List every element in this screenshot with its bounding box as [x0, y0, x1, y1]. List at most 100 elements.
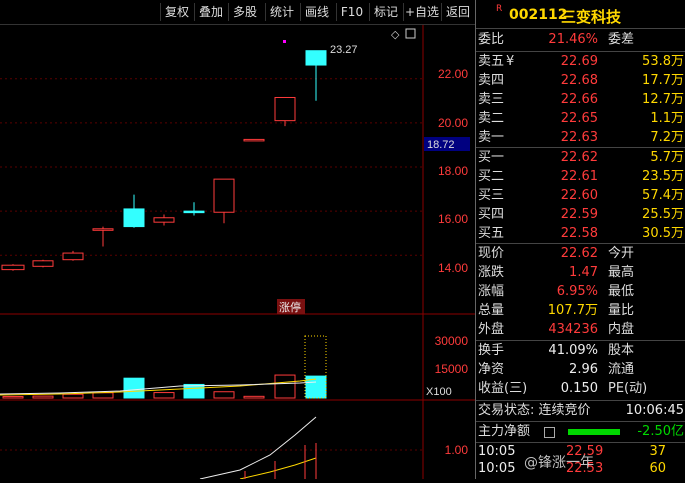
price-tick-22: 22.00 — [438, 67, 468, 81]
volume-bar — [123, 377, 145, 399]
buy-label: 买四 — [478, 207, 505, 222]
quote-value: 22.62 — [560, 246, 598, 261]
candle-body — [123, 208, 145, 228]
toolbar-back-button[interactable]: 返回 — [441, 3, 474, 21]
volume-bar — [92, 392, 114, 399]
diamond-icon[interactable]: ◇ — [391, 29, 400, 41]
volume-bar — [183, 383, 205, 399]
sell-volume: 7.2万 — [650, 130, 684, 145]
sell-price: 22.69 — [560, 54, 598, 69]
sell-row: 卖二 22.65 1.1万 — [476, 109, 685, 129]
candle-body — [92, 228, 114, 231]
quote-row: 总量 107.7万 量比 — [476, 301, 685, 321]
quote-row: 涨幅 6.95% 最低 — [476, 282, 685, 302]
fundamental-value: 41.09% — [548, 343, 598, 358]
sell-label: 卖三 — [478, 92, 505, 107]
candle-body — [32, 260, 54, 267]
quote-row: 涨跌 1.47 最高 — [476, 263, 685, 283]
buy-label: 买二 — [478, 169, 505, 184]
quote-value: 6.95% — [556, 284, 598, 299]
tick-volume: 60 — [649, 461, 666, 476]
stock-code: 002112 — [509, 7, 568, 23]
candle-body — [183, 210, 205, 214]
watermark: @锋涨一年 — [524, 455, 594, 471]
main-flow-bar — [568, 429, 620, 435]
kline-chart-area[interactable]: 22.00 20.00 18.00 16.00 14.00 18.72 ◇ 23… — [0, 25, 475, 480]
indicator-bars — [244, 443, 317, 479]
vol-unit-label: X100 — [426, 386, 452, 398]
buy-volume: 5.7万 — [650, 150, 684, 165]
weicha-label: 委差 — [608, 32, 635, 47]
toolbar-draw-button[interactable]: 画线 — [300, 3, 333, 21]
sell-price: 22.66 — [560, 92, 598, 107]
sell-label: 卖二 — [478, 111, 505, 126]
fundamental-value: 2.96 — [569, 362, 598, 377]
price-tick-16: 16.00 — [438, 212, 468, 226]
buy-label: 买三 — [478, 188, 505, 203]
toolbar-fuquan-button[interactable]: 复权 — [160, 3, 193, 21]
toolbar-add-watch-button[interactable]: +自选 — [403, 3, 440, 21]
trade-status-time: 10:06:45 — [625, 403, 684, 418]
toolbar-overlay-button[interactable]: 叠加 — [194, 3, 227, 21]
stock-badge: R — [496, 4, 503, 14]
sell-label: 卖一 — [478, 130, 505, 145]
quote-label-2: 最高 — [608, 265, 635, 280]
toolbar-multistock-button[interactable]: 多股 — [228, 3, 261, 21]
high-price-label: 23.27 — [330, 44, 358, 56]
buy-row: 买一 22.62 5.7万 — [476, 148, 685, 168]
tick-time: 10:05 — [478, 461, 516, 476]
buy-row: 买三 22.60 57.4万 — [476, 186, 685, 206]
indicator-line-white — [199, 416, 317, 480]
fundamental-label: 收益(三) — [478, 381, 528, 396]
sell-mark: ¥ — [506, 54, 515, 69]
candle-body — [305, 50, 327, 66]
price-tick-20: 20.00 — [438, 116, 468, 130]
quote-panel: R 002112 三变科技 委比 21.46% 委差 卖五 ¥22.69 53.8万… — [475, 0, 685, 479]
stock-name: 三变科技 — [561, 8, 622, 26]
quote-row: 外盘 434236 内盘 — [476, 320, 685, 340]
maximize-icon[interactable] — [405, 28, 416, 39]
fundamental-label-2: 流通 — [608, 362, 635, 377]
main-flow-label: 主力净额 — [478, 424, 531, 439]
toolbar-stats-button[interactable]: 统计 — [265, 3, 298, 21]
fundamental-row: 换手 41.09% 股本 — [476, 341, 685, 361]
price-tick-14: 14.00 — [438, 261, 468, 275]
kline-chart-svg[interactable]: 22.00 20.00 18.00 16.00 14.00 18.72 ◇ 23… — [0, 25, 475, 480]
fundamental-label: 净资 — [478, 362, 505, 377]
toolbar-mark-button[interactable]: 标记 — [369, 3, 402, 21]
sell-row: 卖三 22.66 12.7万 — [476, 90, 685, 110]
fundamental-label-2: 股本 — [608, 343, 635, 358]
list-icon[interactable] — [544, 427, 555, 438]
buy-volume: 30.5万 — [642, 226, 684, 241]
trade-status-label: 交易状态: 连续竞价 — [478, 403, 591, 418]
quote-label: 总量 — [478, 303, 505, 318]
sell-row: 卖一 22.63 7.2万 — [476, 128, 685, 148]
quote-label: 涨幅 — [478, 284, 505, 299]
candle-body — [62, 252, 84, 261]
buy-volume: 57.4万 — [642, 188, 684, 203]
quote-label-2: 最低 — [608, 284, 635, 299]
buy-row: 买五 22.58 30.5万 — [476, 224, 685, 244]
quote-row: 现价 22.62 今开 — [476, 244, 685, 264]
buy-label: 买五 — [478, 226, 505, 241]
sell-volume: 12.7万 — [642, 92, 684, 107]
buy-price: 22.59 — [560, 207, 598, 222]
sell-price: 22.65 — [560, 111, 598, 126]
fundamental-value: 0.150 — [560, 381, 598, 396]
fundamental-label: 换手 — [478, 343, 505, 358]
price-tick-18: 18.00 — [438, 164, 468, 178]
quote-value: 107.7万 — [547, 303, 598, 318]
sell-label: 卖四 — [478, 73, 505, 88]
buy-price: 22.62 — [560, 150, 598, 165]
toolbar-f10-button[interactable]: F10 — [336, 3, 367, 21]
buy-row: 买四 22.59 25.5万 — [476, 205, 685, 225]
fundamental-label-2: PE(动) — [608, 381, 648, 396]
vol-tick-15000: 15000 — [435, 362, 469, 376]
candle-body — [243, 138, 265, 142]
sell-price: 22.68 — [560, 73, 598, 88]
volume-bar — [2, 396, 24, 399]
vol-tick-30000: 30000 — [435, 334, 469, 348]
volume-bar — [62, 393, 84, 399]
current-price-label: 18.72 — [427, 139, 455, 151]
quote-value: 434236 — [548, 322, 598, 337]
